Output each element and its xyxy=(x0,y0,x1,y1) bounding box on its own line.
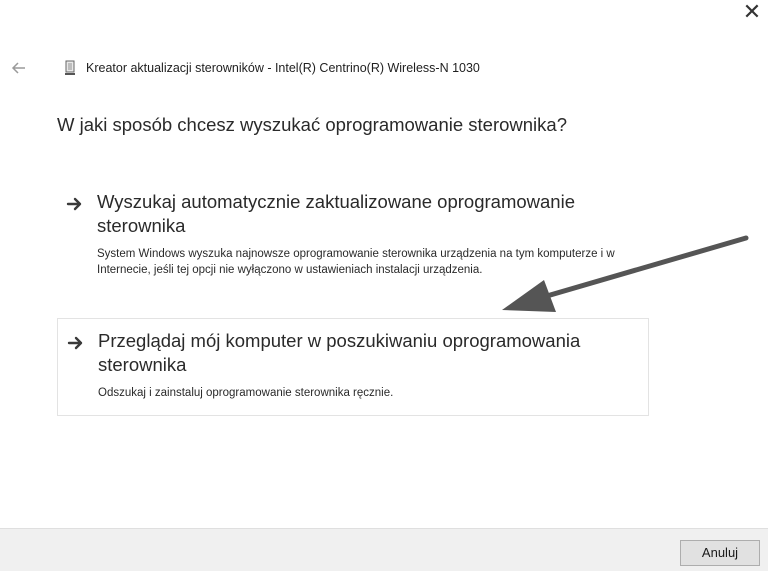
option-description: Odszukaj i zainstaluj oprogramowanie ste… xyxy=(98,387,394,399)
wizard-footer: Anuluj xyxy=(0,528,768,571)
option-description: System Windows wyszuka najnowsze oprogra… xyxy=(97,248,615,276)
back-arrow-icon[interactable] xyxy=(10,59,28,77)
device-icon xyxy=(64,59,76,77)
driver-update-wizard-window: ✕ Kreator aktualizacji sterowników - Int… xyxy=(0,0,768,571)
option-search-automatically[interactable]: Wyszukaj automatycznie zaktualizowane op… xyxy=(57,186,649,312)
wizard-titlebar: Kreator aktualizacji sterowników - Intel… xyxy=(10,56,480,80)
page-heading: W jaki sposób chcesz wyszukać oprogramow… xyxy=(57,114,567,135)
close-icon: ✕ xyxy=(742,0,762,24)
option-browse-computer[interactable]: Przeglądaj mój komputer w poszukiwaniu o… xyxy=(57,318,649,416)
option-title: Przeglądaj mój komputer w poszukiwaniu o… xyxy=(98,330,581,375)
close-button[interactable]: ✕ xyxy=(740,0,764,24)
option-title: Wyszukaj automatycznie zaktualizowane op… xyxy=(97,191,575,236)
wizard-title: Kreator aktualizacji sterowników - Intel… xyxy=(86,61,480,75)
arrow-right-icon xyxy=(66,333,86,353)
cancel-button[interactable]: Anuluj xyxy=(680,540,760,566)
arrow-right-icon xyxy=(65,194,85,214)
